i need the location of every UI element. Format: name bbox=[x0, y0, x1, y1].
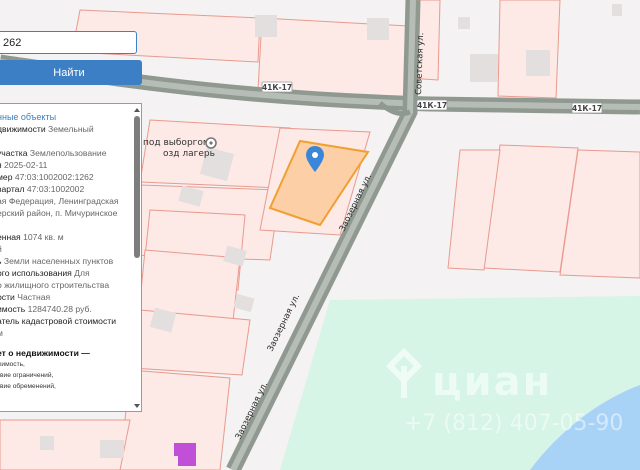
road-badge-41k17-c: 41К-17 bbox=[571, 102, 603, 114]
poi-label-line-2: озд лагерь bbox=[163, 149, 215, 159]
detail-value: й bbox=[0, 244, 2, 254]
detail-row bbox=[0, 219, 132, 231]
road-badge-41k17-b: 41К-17 bbox=[416, 99, 448, 111]
detail-key: движимости bbox=[0, 124, 46, 134]
panel-scrollbar[interactable] bbox=[134, 108, 140, 408]
info-panel-content: нные объекты движимости Земельный участк… bbox=[0, 104, 132, 411]
detail-value: м bbox=[0, 328, 3, 338]
detail-value: 2025-02-11 bbox=[1, 160, 48, 170]
scroll-down-arrow-icon[interactable] bbox=[134, 404, 140, 408]
svg-text:41К-17: 41К-17 bbox=[572, 104, 602, 113]
svg-text:41К-17: 41К-17 bbox=[262, 83, 292, 92]
detail-value: 1284740.28 руб. bbox=[25, 304, 92, 314]
detail-row: ь Земли населенных пунктов bbox=[0, 255, 132, 267]
poi-pin-icon bbox=[205, 137, 217, 149]
find-button[interactable]: Найти bbox=[0, 60, 142, 85]
detail-value: Земли населенных пунктов bbox=[1, 256, 114, 266]
detail-row: ости Частная bbox=[0, 291, 132, 303]
svg-text:41К-17: 41К-17 bbox=[417, 101, 447, 110]
section-items: жимость, твие ограничений, твие обременени… bbox=[0, 359, 132, 392]
detail-value: ая Федерация, Ленинградская bbox=[0, 196, 119, 206]
detail-row: мер 47:03:1002002:1262 bbox=[0, 171, 132, 183]
detail-row: вартал 47:03:1002002 bbox=[0, 183, 132, 195]
detail-row: о жилищного строительства bbox=[0, 279, 132, 291]
detail-value: ерский район, п. Мичуринское bbox=[0, 208, 118, 218]
street-label-sovetskaya: Советская ул. bbox=[414, 32, 426, 95]
detail-row: енная 1074 кв. м bbox=[0, 231, 132, 243]
panel-header[interactable]: нные объекты bbox=[0, 104, 132, 123]
detail-row: участка Землепользование bbox=[0, 147, 132, 159]
detail-key: енная bbox=[0, 232, 21, 242]
detail-value: 47:03:1002002 bbox=[24, 184, 85, 194]
detail-row: ая Федерация, Ленинградская bbox=[0, 195, 132, 207]
svg-text:+7 (812) 407-05-90: +7 (812) 407-05-90 bbox=[404, 411, 623, 436]
section-item: твие обременений, bbox=[0, 383, 56, 390]
detail-row: я 2025-02-11 bbox=[0, 159, 132, 171]
section-title[interactable]: ет о недвижимости — bbox=[0, 347, 132, 359]
detail-row: й bbox=[0, 243, 132, 255]
svg-text:циан: циан bbox=[432, 359, 552, 405]
search-input[interactable] bbox=[0, 31, 137, 54]
poi-label-line-1: под выборгом bbox=[143, 138, 210, 148]
section-item: жимость, bbox=[0, 361, 25, 368]
scroll-up-arrow-icon[interactable] bbox=[134, 108, 140, 112]
detail-value: Земельный bbox=[45, 124, 94, 134]
property-details: движимости Земельный участка Землепользо… bbox=[0, 123, 132, 339]
info-panel[interactable]: нные объекты движимости Земельный участк… bbox=[0, 103, 142, 412]
road-badge-41k17-a: 41К-17 bbox=[261, 81, 293, 93]
detail-key: ости bbox=[0, 292, 15, 302]
detail-key: участка bbox=[0, 148, 28, 158]
detail-key: ого использования bbox=[0, 268, 72, 278]
detail-key: атель кадастровой стоимости bbox=[0, 316, 116, 326]
detail-row: ого использования Для bbox=[0, 267, 132, 279]
detail-row: атель кадастровой стоимости bbox=[0, 315, 132, 327]
detail-value: 47:03:1002002:1262 bbox=[12, 172, 94, 182]
detail-value: Для bbox=[71, 268, 90, 278]
detail-value: 1074 кв. м bbox=[20, 232, 64, 242]
scroll-thumb[interactable] bbox=[134, 116, 140, 258]
detail-row: м bbox=[0, 327, 132, 339]
detail-value: Землепользование bbox=[27, 148, 107, 158]
detail-row: движимости Земельный bbox=[0, 123, 132, 135]
detail-value: Частная bbox=[14, 292, 51, 302]
section-item: твие ограничений, bbox=[0, 372, 54, 379]
detail-key: имость bbox=[0, 304, 26, 314]
detail-value: о жилищного строительства bbox=[0, 280, 110, 290]
detail-row bbox=[0, 135, 132, 147]
detail-key: вартал bbox=[0, 184, 25, 194]
detail-row: ерский район, п. Мичуринское bbox=[0, 207, 132, 219]
detail-row: имость 1284740.28 руб. bbox=[0, 303, 132, 315]
detail-key: мер bbox=[0, 172, 13, 182]
